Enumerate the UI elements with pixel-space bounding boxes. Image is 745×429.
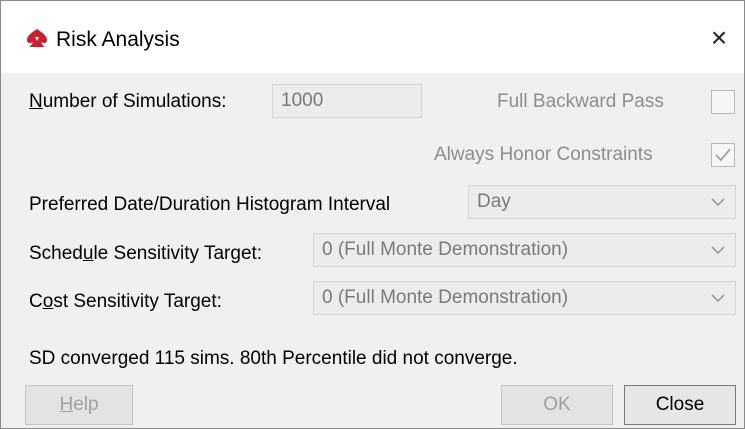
always-honor-constraints-label: Always Honor Constraints: [434, 144, 653, 165]
checkmark-icon: [715, 148, 731, 162]
chevron-down-icon: [711, 246, 725, 254]
cost-sensitivity-target-select[interactable]: 0 (Full Monte Demonstration): [313, 281, 736, 315]
schedule-sensitivity-target-select[interactable]: 0 (Full Monte Demonstration): [313, 233, 736, 267]
app-logo-icon: [26, 28, 48, 48]
cost-sensitivity-target-value: 0 (Full Monte Demonstration): [322, 287, 569, 308]
num-simulations-label: Number of Simulations:: [29, 91, 227, 112]
ok-button[interactable]: OK: [501, 385, 613, 425]
histogram-interval-value: Day: [477, 191, 511, 212]
chevron-down-icon: [711, 294, 725, 302]
risk-analysis-dialog: Risk Analysis × Number of Simulations: 1…: [0, 0, 745, 429]
full-backward-pass-label: Full Backward Pass: [497, 91, 664, 112]
num-simulations-input[interactable]: 1000: [272, 84, 422, 118]
close-button[interactable]: Close: [624, 385, 736, 425]
chevron-down-icon: [711, 198, 725, 206]
always-honor-constraints-checkbox[interactable]: [711, 143, 735, 167]
help-button[interactable]: Help: [25, 385, 133, 425]
title-bar: Risk Analysis ×: [1, 1, 744, 73]
histogram-interval-label: Preferred Date/Duration Histogram Interv…: [29, 194, 391, 215]
full-backward-pass-checkbox[interactable]: [711, 90, 735, 114]
schedule-sensitivity-target-label: Schedule Sensitivity Target:: [29, 243, 263, 264]
cost-sensitivity-target-label: Cost Sensitivity Target:: [29, 291, 222, 312]
close-window-icon[interactable]: ×: [706, 24, 732, 52]
schedule-sensitivity-target-value: 0 (Full Monte Demonstration): [322, 239, 569, 260]
histogram-interval-select[interactable]: Day: [468, 185, 736, 219]
window-title: Risk Analysis: [56, 28, 180, 51]
convergence-status-text: SD converged 115 sims. 80th Percentile d…: [29, 348, 518, 369]
